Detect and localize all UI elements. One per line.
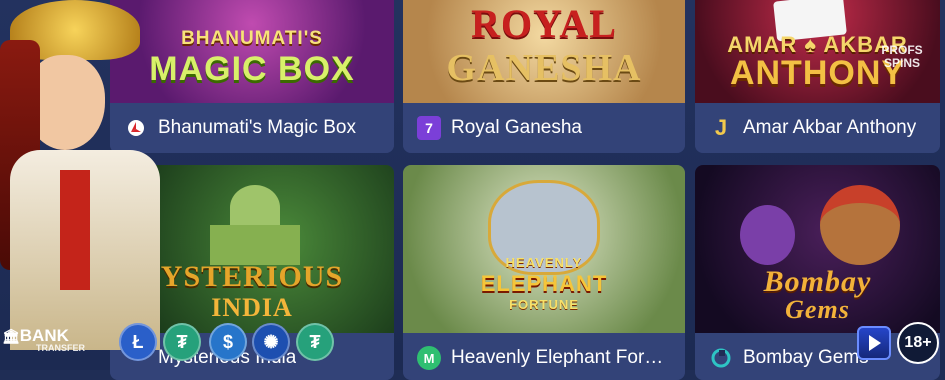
game-tile-heavenly-elephant[interactable]: HEAVENLY ELEPHANT FORTUNE M Heavenly Ele… <box>403 165 685 380</box>
litecoin-icon: Ł <box>119 323 157 361</box>
microgaming-icon: M <box>417 346 441 370</box>
age-restriction-badge: 18+ <box>897 322 939 364</box>
play-button[interactable] <box>857 326 891 360</box>
art-title-line1: Bombay <box>763 265 872 298</box>
watermark-logo: PROFS SPINS <box>881 43 923 70</box>
game-caption[interactable]: M Heavenly Elephant For… <box>403 333 685 380</box>
character-art <box>820 185 900 265</box>
bank-transfer-logo: 🏛BANK TRANSFER <box>2 326 85 353</box>
art-title-line3: FORTUNE <box>509 297 579 312</box>
game-name: Bombay Gems <box>743 347 869 368</box>
game-caption[interactable]: J Amar Akbar Anthony <box>695 103 940 153</box>
tether-bnb-icon: ₮ <box>296 323 334 361</box>
game-thumbnail[interactable]: HEAVENLY ELEPHANT FORTUNE <box>403 165 685 333</box>
tether-tron-icon: ₮ <box>163 323 201 361</box>
game-name: Heavenly Elephant For… <box>451 347 664 368</box>
game-tile-amar-akbar-anthony[interactable]: AMAR ♠ AKBAR ANTHONY PROFS SPINS J Amar … <box>695 0 940 153</box>
teal-provider-icon <box>709 346 733 370</box>
art-title-line1: ROYAL <box>471 1 617 46</box>
taj-mahal-art <box>200 185 310 265</box>
m7-logo-icon: 7 <box>417 116 441 140</box>
game-name: Bhanumati's Magic Box <box>158 117 356 138</box>
character-art-2 <box>740 205 795 265</box>
cardano-icon: ✺ <box>252 323 290 361</box>
game-caption[interactable]: 7 Royal Ganesha <box>403 103 685 153</box>
game-tile-royal-ganesha[interactable]: ROYAL GANESHA 7 Royal Ganesha <box>403 0 685 153</box>
game-thumbnail[interactable]: AMAR ♠ AKBAR ANTHONY PROFS SPINS <box>695 0 940 103</box>
art-title-line1: HEAVENLY <box>505 255 583 270</box>
play-icon <box>869 335 881 351</box>
game-name: Royal Ganesha <box>451 117 582 138</box>
yellow-j-icon: J <box>714 115 728 140</box>
usdc-icon: $ <box>209 323 247 361</box>
game-thumbnail[interactable]: Bombay Gems <box>695 165 940 333</box>
art-title-line2: Gems <box>785 295 850 324</box>
art-title-line2: ELEPHANT <box>480 271 608 296</box>
game-thumbnail[interactable]: ROYAL GANESHA <box>403 0 685 103</box>
game-name: Amar Akbar Anthony <box>743 117 917 138</box>
promo-character-art <box>0 0 175 370</box>
art-title-line2: GANESHA <box>446 47 642 89</box>
